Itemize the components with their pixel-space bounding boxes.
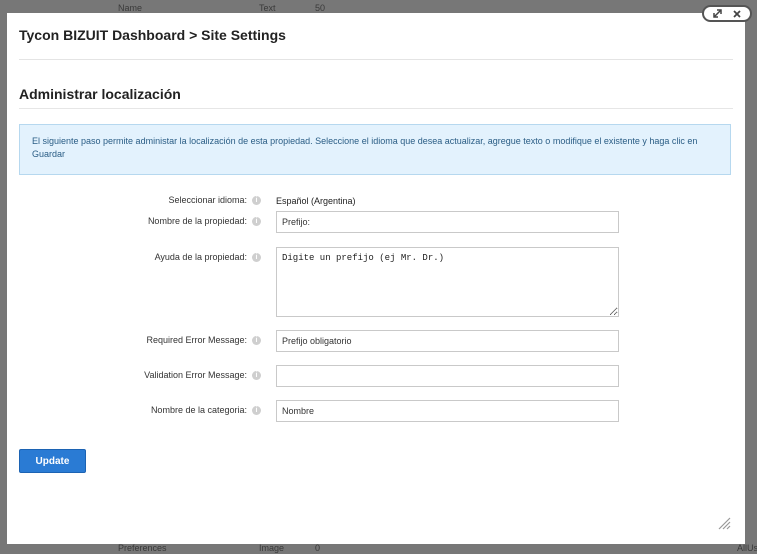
property-name-input[interactable]	[276, 211, 619, 233]
expand-button[interactable]	[709, 8, 727, 20]
validation-error-input[interactable]	[276, 365, 619, 387]
close-icon	[732, 9, 741, 18]
info-icon: i	[252, 406, 261, 415]
category-name-input[interactable]	[276, 400, 619, 422]
section-title: Administrar localización	[19, 86, 733, 109]
language-label: Seleccionar idioma:	[168, 195, 247, 205]
close-button[interactable]	[728, 8, 746, 20]
bg-column-name: Name	[118, 3, 143, 13]
bg-row-alluse: AllUse	[737, 543, 757, 553]
info-icon: i	[252, 336, 261, 345]
category-name-label: Nombre de la categoria:	[150, 405, 247, 415]
info-message: El siguiente paso permite administar la …	[19, 124, 731, 175]
site-settings-modal: Tycon BIZUIT Dashboard > Site Settings A…	[7, 13, 745, 544]
modal-title: Tycon BIZUIT Dashboard > Site Settings	[19, 27, 286, 43]
required-error-input[interactable]	[276, 330, 619, 352]
property-name-label: Nombre de la propiedad:	[147, 216, 247, 226]
property-help-textarea[interactable]: Digite un prefijo (ej Mr. Dr.)	[276, 247, 619, 317]
window-controls	[702, 5, 752, 22]
info-icon: i	[252, 371, 261, 380]
bg-row-image: Image	[259, 543, 285, 553]
language-value: Español (Argentina)	[276, 196, 356, 206]
info-icon: i	[252, 253, 261, 262]
property-help-label: Ayuda de la propiedad:	[154, 252, 247, 262]
validation-error-label: Validation Error Message:	[144, 370, 247, 380]
expand-icon	[713, 9, 722, 18]
update-button[interactable]: Update	[19, 449, 86, 473]
bg-row-preferences: Preferences	[118, 543, 167, 553]
info-icon: i	[252, 196, 261, 205]
bg-row-zero: 0	[315, 543, 321, 553]
bg-column-size: 50	[315, 3, 326, 13]
bg-column-text: Text	[259, 3, 276, 13]
modal-header: Tycon BIZUIT Dashboard > Site Settings	[19, 27, 733, 60]
resize-grip-icon[interactable]	[717, 516, 731, 530]
info-icon: i	[252, 217, 261, 226]
required-error-label: Required Error Message:	[146, 335, 247, 345]
